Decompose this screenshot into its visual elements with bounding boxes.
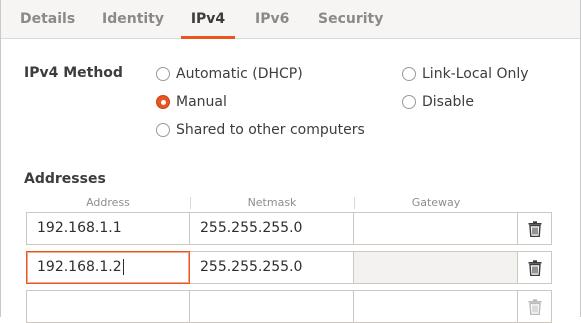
radio-label: Disable — [422, 94, 474, 110]
netmask-input[interactable]: 255.255.255.0 — [190, 251, 354, 284]
radio-button[interactable] — [156, 67, 170, 81]
address-row: 192.168.1.2 255.255.255.0 — [24, 251, 552, 284]
radio-button-selected[interactable] — [156, 95, 170, 109]
netmask-input[interactable] — [190, 290, 354, 323]
column-header-gateway: Gateway — [411, 196, 461, 209]
netmask-input[interactable]: 255.255.255.0 — [190, 212, 354, 245]
column-header-netmask: Netmask — [247, 196, 297, 209]
radio-shared[interactable]: Shared to other computers — [156, 120, 365, 140]
text-caret — [122, 259, 124, 275]
tab-identity[interactable]: Identity — [102, 0, 164, 38]
address-row-empty — [24, 290, 552, 323]
address-value: 192.168.1.2 — [37, 259, 122, 275]
address-input[interactable] — [26, 290, 190, 323]
gateway-input[interactable] — [354, 212, 518, 245]
radio-label: Shared to other computers — [176, 122, 365, 138]
tab-ipv6[interactable]: IPv6 — [255, 0, 289, 38]
window-border-left — [0, 0, 1, 317]
radio-automatic-dhcp[interactable]: Automatic (DHCP) — [156, 64, 303, 84]
radio-link-local[interactable]: Link-Local Only — [402, 64, 529, 84]
gateway-input[interactable] — [354, 290, 518, 323]
delete-row-button[interactable] — [518, 290, 552, 323]
address-row: 192.168.1.1 255.255.255.0 — [24, 212, 552, 245]
address-input[interactable]: 192.168.1.1 — [26, 212, 190, 245]
tab-ipv4[interactable]: IPv4 — [181, 0, 235, 39]
radio-button[interactable] — [156, 123, 170, 137]
radio-label: Manual — [176, 94, 227, 110]
address-input-focused[interactable]: 192.168.1.2 — [26, 251, 190, 284]
addresses-label: Addresses — [24, 171, 106, 187]
tab-bar: Details Identity IPv4 IPv6 Security — [1, 0, 580, 39]
radio-label: Link-Local Only — [422, 66, 529, 82]
radio-manual[interactable]: Manual — [156, 92, 227, 112]
radio-button[interactable] — [402, 95, 416, 109]
tab-details[interactable]: Details — [20, 0, 75, 38]
radio-disable[interactable]: Disable — [402, 92, 474, 112]
trash-icon — [528, 259, 541, 276]
column-header-address: Address — [86, 196, 130, 209]
tab-security[interactable]: Security — [318, 0, 383, 38]
trash-icon — [528, 298, 541, 315]
radio-label: Automatic (DHCP) — [176, 66, 303, 82]
gateway-input[interactable] — [354, 251, 518, 284]
ipv4-method-label: IPv4 Method — [24, 65, 123, 81]
delete-row-button[interactable] — [518, 251, 552, 284]
radio-button[interactable] — [402, 67, 416, 81]
trash-icon — [528, 220, 541, 237]
delete-row-button[interactable] — [518, 212, 552, 245]
